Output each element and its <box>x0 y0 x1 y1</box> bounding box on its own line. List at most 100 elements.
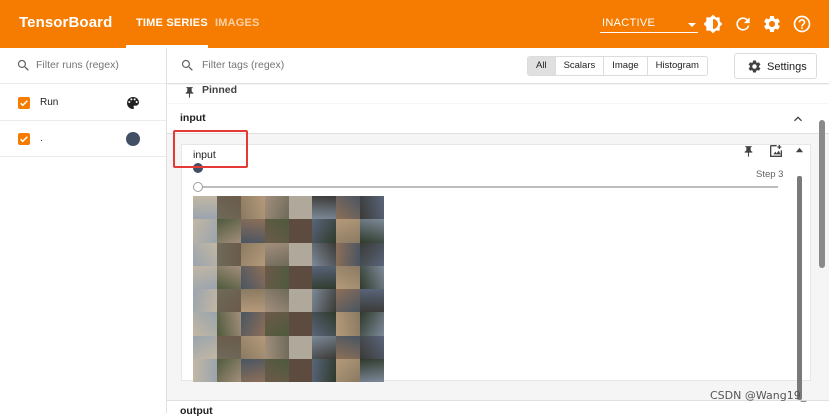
image-tile <box>240 289 265 313</box>
image-tile <box>312 242 337 266</box>
image-tile <box>312 312 337 336</box>
reload-select[interactable]: INACTIVE <box>600 14 698 33</box>
image-tile <box>264 289 289 313</box>
image-tile <box>240 335 265 359</box>
image-tile <box>264 219 289 243</box>
image-tile <box>264 265 289 289</box>
settings-button[interactable]: Settings <box>734 53 817 79</box>
step-label: Step 3 <box>756 169 784 180</box>
image-tile <box>216 358 241 382</box>
image-tile <box>240 242 265 266</box>
image-tile <box>336 242 361 266</box>
image-tile <box>264 312 289 336</box>
tab-time-series[interactable]: TIME SERIES <box>136 17 208 29</box>
image-tile <box>312 289 337 313</box>
segment-image[interactable]: Image <box>604 57 648 75</box>
tag-toolbar: All Scalars Image Histogram Settings <box>167 48 829 84</box>
image-tile <box>240 196 265 220</box>
segment-all[interactable]: All <box>528 57 556 75</box>
image-tile <box>193 289 217 313</box>
image-tile <box>288 289 313 313</box>
pin-icon <box>185 87 194 98</box>
run-color-swatch[interactable] <box>126 132 140 146</box>
image-tile <box>336 358 361 382</box>
image-tile <box>336 289 361 313</box>
runs-header-label: Run <box>40 97 59 108</box>
search-icon <box>181 59 193 71</box>
image-tile <box>312 219 337 243</box>
card-scrollbar[interactable] <box>797 176 802 400</box>
image-tile <box>216 265 241 289</box>
run-row[interactable]: . <box>0 121 166 157</box>
group-name: input <box>180 112 206 124</box>
image-sample-grid <box>193 196 384 382</box>
runs-filter <box>0 48 166 84</box>
group-header-input[interactable]: input <box>167 104 829 134</box>
image-tile <box>216 335 241 359</box>
runs-header-row: Run <box>0 85 166 121</box>
image-tile <box>360 312 384 336</box>
settings-button-label: Settings <box>767 61 807 73</box>
settings-gear-icon[interactable] <box>762 14 782 34</box>
watermark: CSDN @Wang19_ <box>710 389 807 402</box>
settings-gear-icon <box>748 60 761 73</box>
card-scroll-up-icon[interactable] <box>795 146 804 155</box>
image-tile <box>240 312 265 336</box>
image-tile <box>288 219 313 243</box>
image-tile <box>336 335 361 359</box>
refresh-icon[interactable] <box>733 14 753 34</box>
segment-histogram[interactable]: Histogram <box>647 57 707 75</box>
pin-card-icon[interactable] <box>742 145 755 158</box>
image-tile <box>288 242 313 266</box>
image-tile <box>216 289 241 313</box>
image-tile <box>336 219 361 243</box>
image-tile <box>360 358 384 382</box>
reload-select-value: INACTIVE <box>602 17 656 29</box>
image-tile <box>264 335 289 359</box>
image-tile <box>216 196 241 220</box>
chevron-up-icon[interactable] <box>790 111 806 127</box>
tab-images[interactable]: IMAGES <box>215 17 260 29</box>
image-tile <box>360 289 384 313</box>
step-slider-track[interactable] <box>198 186 778 188</box>
image-tile <box>193 196 217 220</box>
image-tile <box>193 335 217 359</box>
palette-icon[interactable] <box>125 95 141 111</box>
dropdown-caret-icon <box>688 23 696 27</box>
image-card: input Step 3 <box>181 143 811 382</box>
search-icon <box>17 59 29 71</box>
runs-sidebar: Run . <box>0 48 167 413</box>
image-tile <box>193 219 217 243</box>
check-icon <box>20 136 28 143</box>
image-tile <box>288 358 313 382</box>
step-slider-thumb[interactable] <box>193 182 203 192</box>
image-tile <box>360 265 384 289</box>
main-scrollbar[interactable] <box>819 120 825 268</box>
image-tile <box>336 265 361 289</box>
pinned-label: Pinned <box>202 85 238 96</box>
segment-scalars[interactable]: Scalars <box>555 57 605 75</box>
image-tile <box>216 242 241 266</box>
group-name: output <box>180 405 213 417</box>
group-header-output[interactable]: output <box>167 400 829 420</box>
image-tile <box>216 219 241 243</box>
select-all-runs-checkbox[interactable] <box>18 97 30 109</box>
image-tile <box>312 335 337 359</box>
image-tile <box>264 196 289 220</box>
image-tile <box>288 312 313 336</box>
image-tile <box>264 358 289 382</box>
annotation-highlight-box <box>173 130 248 168</box>
run-name: . <box>40 133 43 144</box>
image-tile <box>288 335 313 359</box>
image-adjust-icon[interactable] <box>768 143 784 159</box>
main-panel: All Scalars Image Histogram Settings Pin… <box>167 48 829 420</box>
theme-icon[interactable] <box>703 14 723 34</box>
runs-filter-input[interactable] <box>36 59 156 71</box>
image-tile <box>336 312 361 336</box>
plugin-type-selector: All Scalars Image Histogram <box>527 56 708 76</box>
tags-filter-input[interactable] <box>202 59 402 71</box>
help-icon[interactable] <box>792 14 812 34</box>
image-tile <box>312 265 337 289</box>
run-checkbox[interactable] <box>18 133 30 145</box>
image-tile <box>360 242 384 266</box>
